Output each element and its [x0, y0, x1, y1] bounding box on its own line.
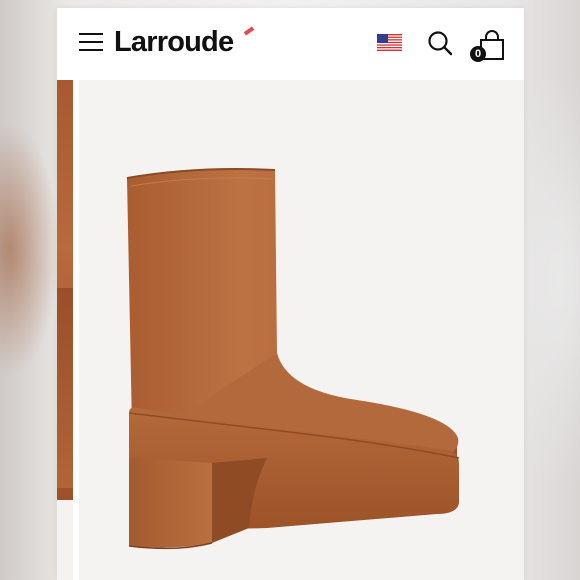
brand-logo[interactable]: Larroude	[114, 24, 234, 60]
us-flag-icon[interactable]	[377, 34, 402, 51]
mobile-page: Larroude 0	[57, 8, 524, 580]
previous-image-peek-lower	[57, 288, 73, 488]
image-divider	[73, 80, 79, 580]
logo-accent-mark	[243, 26, 255, 36]
product-boot-image[interactable]	[117, 158, 517, 558]
site-header: Larroude 0	[57, 8, 524, 80]
hamburger-menu-icon[interactable]	[79, 32, 103, 52]
cart-count-badge: 0	[470, 46, 486, 62]
search-icon[interactable]	[427, 30, 453, 56]
